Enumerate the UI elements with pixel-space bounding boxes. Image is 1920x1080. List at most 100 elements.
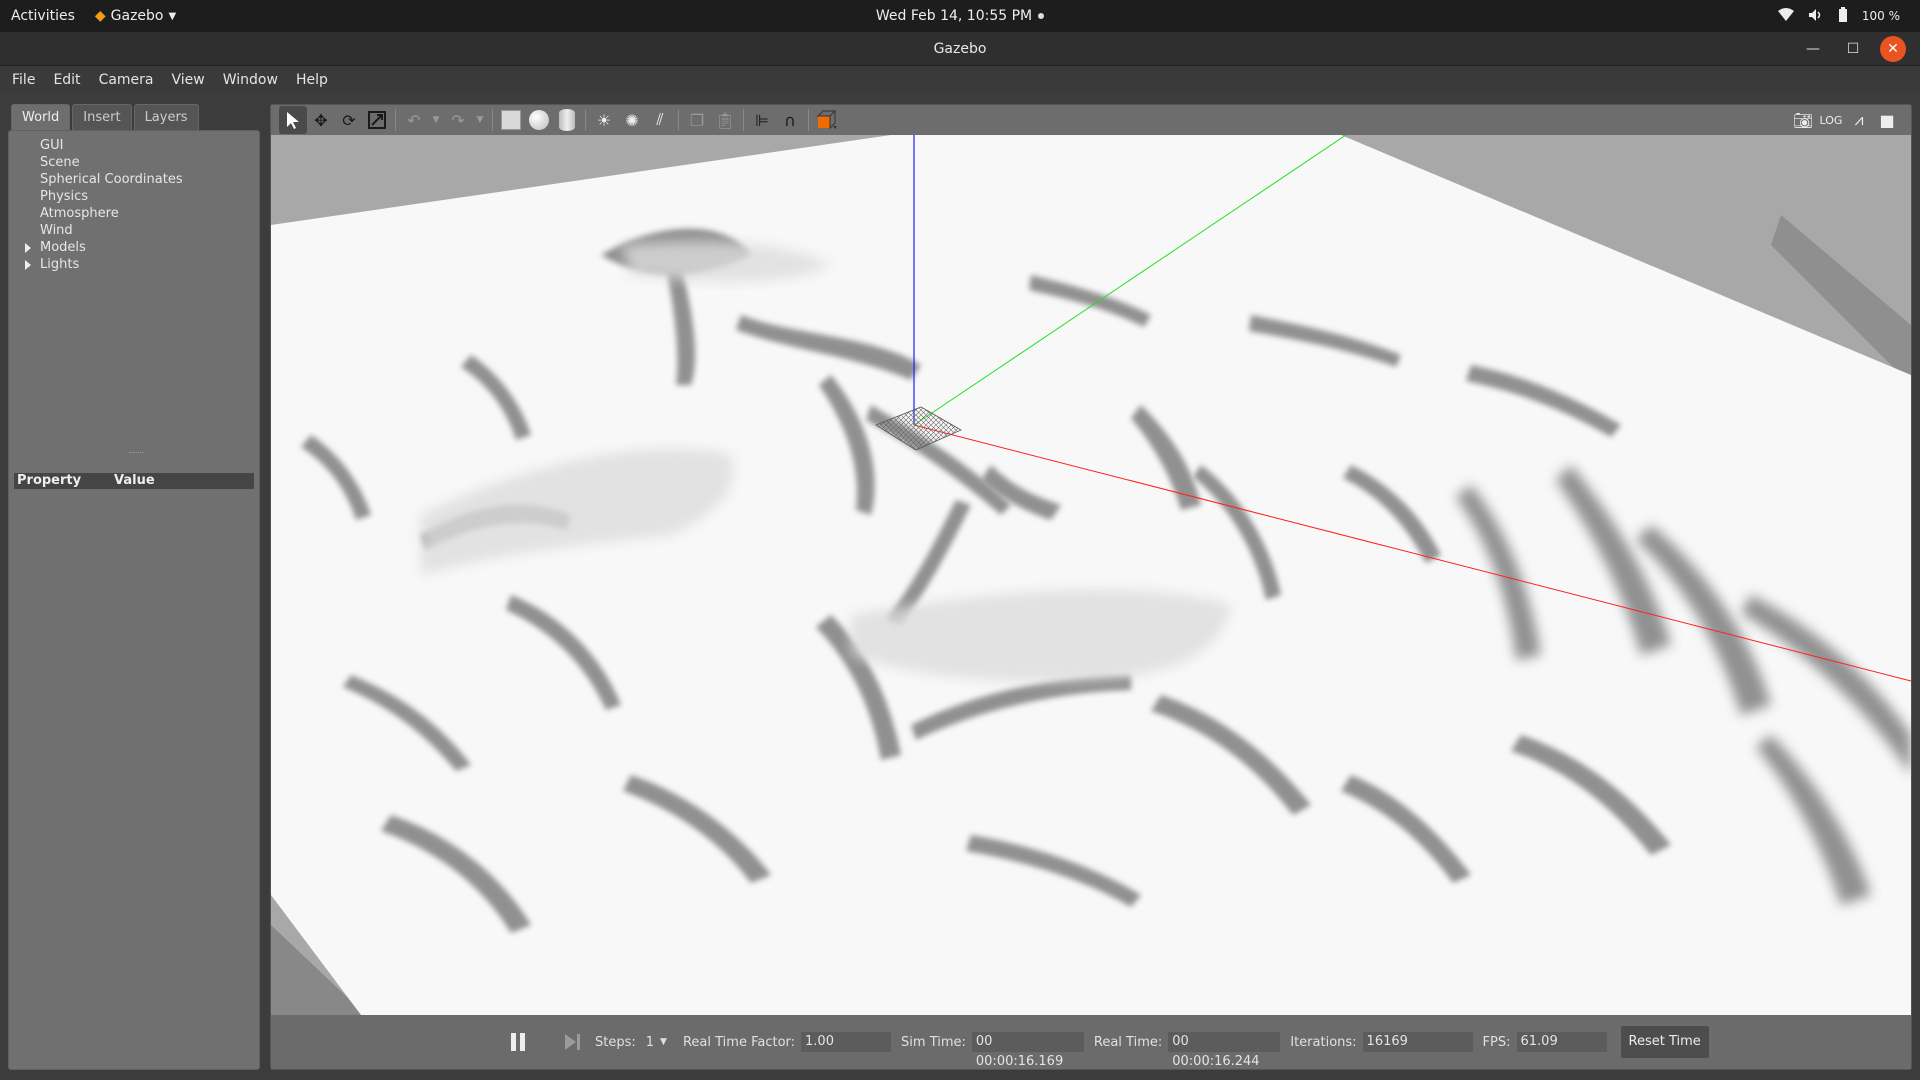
activities-button[interactable]: Activities (11, 8, 75, 24)
expand-arrow-icon[interactable] (25, 260, 31, 270)
snap-button[interactable]: ∩ (776, 106, 804, 134)
directional-light-button[interactable]: ⫽ (646, 106, 674, 134)
close-button[interactable]: ✕ (1880, 36, 1906, 62)
menu-file[interactable]: File (12, 72, 35, 88)
redo-button[interactable]: ↷ (444, 106, 472, 134)
undo-button[interactable]: ↶ (400, 106, 428, 134)
3d-viewport[interactable] (271, 135, 1911, 1015)
record-video-button[interactable]: ■ (1873, 106, 1901, 134)
step-button[interactable] (565, 1033, 583, 1051)
minimize-button[interactable]: — (1800, 36, 1826, 62)
copy-button[interactable]: ❐ (683, 106, 711, 134)
maximize-button[interactable]: ☐ (1840, 36, 1866, 62)
camera-icon: 📷︎ (1792, 110, 1814, 130)
chevron-down-icon: ▼ (168, 10, 177, 22)
tab-world[interactable]: World (11, 104, 71, 130)
plot-button[interactable]: ⩘ (1845, 106, 1873, 134)
sim-time-label: Sim Time: (901, 1034, 966, 1050)
menu-view[interactable]: View (172, 72, 205, 88)
undo-icon: ↶ (407, 110, 421, 130)
tab-insert[interactable]: Insert (72, 104, 132, 130)
window-title-bar[interactable]: Gazebo — ☐ ✕ (0, 32, 1920, 66)
tree-item-gui[interactable]: GUI (9, 137, 259, 154)
gazebo-app-icon: ◆ (94, 8, 106, 24)
steps-value[interactable]: 1 (646, 1035, 654, 1050)
menu-window[interactable]: Window (223, 72, 278, 88)
tree-item-spherical-coordinates[interactable]: Spherical Coordinates (9, 171, 259, 188)
tree-item-label: Scene (40, 155, 80, 170)
view-angle-cube-icon (816, 110, 837, 130)
expand-arrow-icon[interactable] (25, 243, 31, 253)
rotate-mode-button[interactable]: ⟳ (335, 106, 363, 134)
tree-item-label: Models (40, 240, 86, 255)
tree-item-lights[interactable]: Lights (9, 256, 259, 273)
tree-item-scene[interactable]: Scene (9, 154, 259, 171)
close-icon: ✕ (1887, 41, 1899, 57)
sphere-shape-icon (529, 110, 549, 130)
render-panel: ✥ ⟳ ↶ ▼ ↷ ▼ ☀ ✺ ⫽ ❐ 📋︎ ⊫ ∩ 📷︎ LOG ⩘ ■ St… (270, 104, 1912, 1070)
magnet-icon: ∩ (784, 110, 796, 130)
menu-edit[interactable]: Edit (53, 72, 80, 88)
log-button[interactable]: LOG (1817, 106, 1845, 134)
log-icon: LOG (1819, 113, 1843, 127)
insert-sphere-button[interactable] (525, 106, 553, 134)
tab-layers[interactable]: Layers (133, 104, 199, 130)
point-light-button[interactable]: ☀ (590, 106, 618, 134)
tree-item-wind[interactable]: Wind (9, 222, 259, 239)
arrow-cursor-icon (287, 112, 299, 129)
screenshot-button[interactable]: 📷︎ (1789, 106, 1817, 134)
align-icon: ⊫ (755, 110, 769, 130)
move-icon: ✥ (314, 110, 328, 130)
select-mode-button[interactable] (279, 106, 307, 134)
tree-item-physics[interactable]: Physics (9, 188, 259, 205)
sim-time-field: 00 00:00:16.169 (971, 1032, 1084, 1069)
system-status-area[interactable]: 100 % (1777, 0, 1900, 32)
reset-time-button[interactable]: Reset Time (1620, 1026, 1709, 1058)
toolbar-separator (678, 109, 679, 131)
menu-help[interactable]: Help (296, 72, 328, 88)
redo-history-button[interactable]: ▼ (472, 106, 488, 134)
wifi-icon (1777, 7, 1794, 25)
toolbar-separator (492, 109, 493, 131)
menu-camera[interactable]: Camera (99, 72, 154, 88)
tree-item-atmosphere[interactable]: Atmosphere (9, 205, 259, 222)
paste-button[interactable]: 📋︎ (711, 106, 739, 134)
time-panel: Steps: 1 ▼ Real Time Factor: 1.00 Sim Ti… (271, 1015, 1911, 1069)
chevron-down-icon: ▼ (432, 115, 440, 125)
render-toolbar: ✥ ⟳ ↶ ▼ ↷ ▼ ☀ ✺ ⫽ ❐ 📋︎ ⊫ ∩ 📷︎ LOG ⩘ ■ (271, 105, 1911, 135)
copy-icon: ❐ (689, 110, 705, 130)
left-panel-tabs: World Insert Layers (8, 104, 260, 130)
rotate-icon: ⟳ (342, 110, 356, 130)
tree-item-models[interactable]: Models (9, 239, 259, 256)
world-tree: GUI Scene Spherical Coordinates Physics … (9, 131, 259, 273)
undo-history-button[interactable]: ▼ (428, 106, 444, 134)
chevron-down-icon: ▼ (476, 115, 484, 125)
translate-mode-button[interactable]: ✥ (307, 106, 335, 134)
clock[interactable]: Wed Feb 14, 10:55 PM (876, 8, 1045, 24)
insert-cylinder-button[interactable] (553, 106, 581, 134)
app-menu-label: Gazebo (110, 8, 164, 24)
toolbar-separator (743, 109, 744, 131)
tree-item-label: Physics (40, 189, 89, 204)
insert-box-button[interactable] (497, 106, 525, 134)
tree-item-label: Atmosphere (40, 206, 119, 221)
pause-button[interactable] (511, 1033, 531, 1051)
left-panel: World Insert Layers GUI Scene Spherical … (8, 104, 260, 1070)
world-panel: GUI Scene Spherical Coordinates Physics … (8, 130, 260, 1070)
spot-light-button[interactable]: ✺ (618, 106, 646, 134)
panel-splitter[interactable] (9, 451, 259, 457)
toolbar-separator (585, 109, 586, 131)
real-time-factor-field: 1.00 (801, 1032, 892, 1052)
app-menu-button[interactable]: ◆ Gazebo ▼ (95, 8, 176, 24)
scale-mode-button[interactable] (363, 106, 391, 134)
cylinder-shape-icon (559, 109, 575, 131)
system-top-bar: Activities ◆ Gazebo ▼ Wed Feb 14, 10:55 … (0, 0, 1920, 32)
chevron-down-icon[interactable]: ▼ (660, 1037, 667, 1047)
tree-item-label: GUI (40, 138, 64, 153)
align-button[interactable]: ⊫ (748, 106, 776, 134)
real-time-factor-label: Real Time Factor: (682, 1034, 796, 1050)
fps-label: FPS: (1482, 1034, 1511, 1050)
real-time-label: Real Time: (1093, 1034, 1163, 1050)
view-angle-button[interactable] (813, 106, 841, 134)
tree-item-label: Wind (40, 223, 73, 238)
